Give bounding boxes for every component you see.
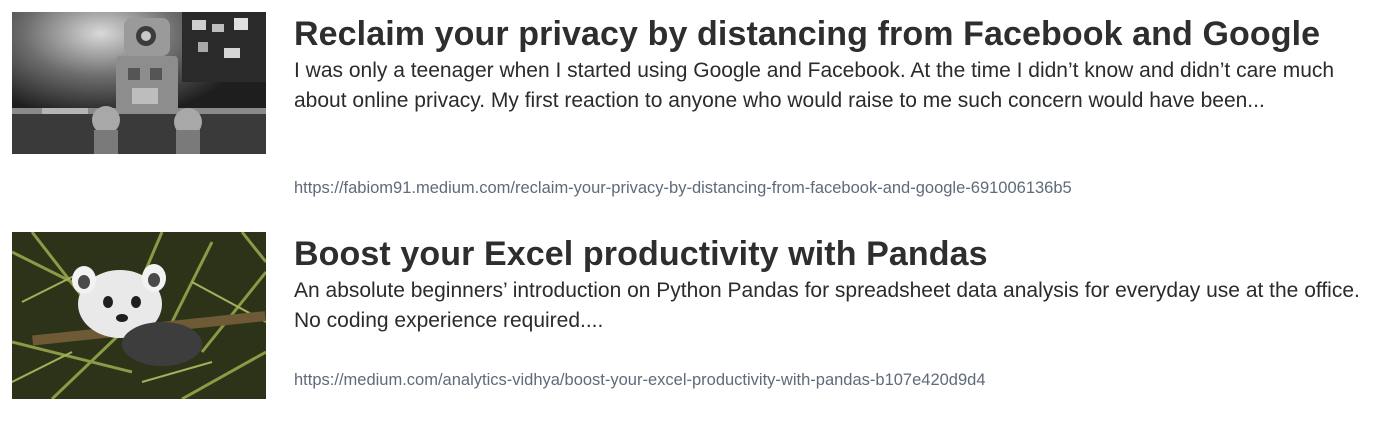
article-url[interactable]: https://medium.com/analytics-vidhya/boos… bbox=[294, 370, 986, 390]
article-description: An absolute beginners’ introduction on P… bbox=[294, 279, 1360, 332]
red-panda-photo-icon bbox=[12, 232, 266, 399]
article-body: Boost your Excel productivity with Panda… bbox=[294, 232, 1388, 389]
article-description: I was only a teenager when I started usi… bbox=[294, 59, 1335, 112]
article-title[interactable]: Boost your Excel productivity with Panda… bbox=[294, 232, 1388, 276]
article-title[interactable]: Reclaim your privacy by distancing from … bbox=[294, 12, 1388, 56]
article-body: Reclaim your privacy by distancing from … bbox=[294, 12, 1388, 197]
article-thumbnail[interactable] bbox=[12, 232, 266, 399]
article-thumbnail[interactable] bbox=[12, 12, 266, 154]
robot-photo-icon bbox=[12, 12, 266, 154]
link-preview-list: Reclaim your privacy by distancing from … bbox=[0, 0, 1400, 434]
article-card[interactable]: Reclaim your privacy by distancing from … bbox=[12, 12, 1388, 200]
article-url[interactable]: https://fabiom91.medium.com/reclaim-your… bbox=[294, 178, 1072, 198]
article-card[interactable]: Boost your Excel productivity with Panda… bbox=[12, 232, 1388, 402]
